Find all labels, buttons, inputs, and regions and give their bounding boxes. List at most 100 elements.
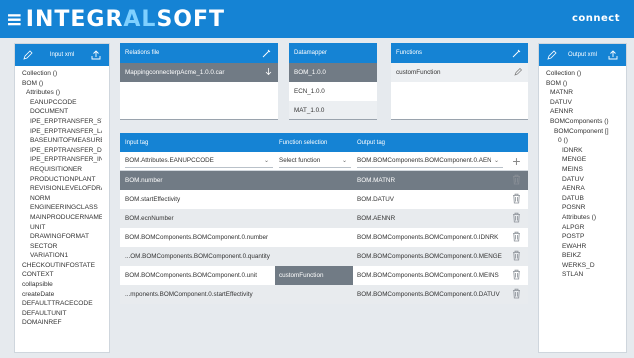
tree-node[interactable]: CHECKOUTINFOSTATE xyxy=(22,261,102,271)
tree-node[interactable]: BOM () xyxy=(22,79,102,89)
tree-node[interactable]: EWAHR xyxy=(546,242,619,252)
function-select-value: Select function xyxy=(279,157,321,164)
datamapper-item[interactable]: ECN_1.0.0 xyxy=(289,82,377,101)
output-tag-select[interactable]: BOM.BOMComponents.BOMComponent.0.AENRA ⌄ xyxy=(357,154,503,168)
tree-node[interactable]: BOMComponents () xyxy=(546,117,619,127)
tree-node[interactable]: Collection () xyxy=(546,69,619,79)
datamapper-item[interactable]: MAT_1.0.0 xyxy=(289,101,377,120)
input-tag-select[interactable]: BOM.Attributes.EANUPCCODE ⌄ xyxy=(125,154,273,168)
function-item[interactable]: customFunction xyxy=(391,63,528,82)
mapping-input-tag: ...OM.BOMComponents.BOMComponent.0.quant… xyxy=(125,253,270,260)
mapping-row[interactable]: ...OM.BOMComponents.BOMComponent.0.quant… xyxy=(120,247,528,266)
tree-node[interactable]: ENGINEERINGCLASS xyxy=(22,203,102,213)
tools-icon[interactable] xyxy=(511,47,523,59)
mapping-row[interactable]: BOM.startEffectivity BOM.DATUV xyxy=(120,190,528,209)
trash-icon[interactable] xyxy=(512,231,521,244)
datamapper-item[interactable]: BOM_1.0.0 xyxy=(289,63,377,82)
tree-node[interactable]: EANUPCCODE xyxy=(22,98,102,108)
input-xml-header: Input xml xyxy=(15,44,109,66)
mapping-input-tag: ...mponents.BOMComponent.0.startEffectiv… xyxy=(125,291,253,298)
tree-node[interactable]: collapsible xyxy=(22,280,102,290)
tree-node[interactable]: MEINS xyxy=(546,165,619,175)
trash-icon[interactable] xyxy=(512,269,521,282)
tree-node[interactable]: DEFAULTUNIT xyxy=(22,309,102,319)
tree-node[interactable]: DOMAINREF xyxy=(22,318,102,328)
upload-icon[interactable] xyxy=(607,49,619,61)
tree-node[interactable]: DOCUMENT xyxy=(22,107,102,117)
tree-node[interactable]: VARIATION1 xyxy=(22,251,102,261)
brand-text-1: INTEGR xyxy=(25,6,124,32)
tree-node[interactable]: REVISIONLEVELOFDRA xyxy=(22,184,102,194)
tree-node[interactable]: IPE_ERPTRANSFER_ST xyxy=(22,117,102,127)
tree-node[interactable]: BASEUNITOFMEASURE xyxy=(22,136,102,146)
relations-file-title: Relations file xyxy=(125,50,160,56)
tree-node[interactable]: Collection () xyxy=(22,69,102,79)
add-mapping-icon[interactable]: + xyxy=(512,154,520,168)
tree-node[interactable]: DEFAULTTRACECODE xyxy=(22,299,102,309)
trash-icon[interactable] xyxy=(512,250,521,263)
edit-icon[interactable] xyxy=(514,67,523,78)
tree-node[interactable]: Attributes () xyxy=(22,88,102,98)
tree-node[interactable]: REQUISITIONER xyxy=(22,165,102,175)
tree-node[interactable]: BEIKZ xyxy=(546,251,619,261)
tree-node[interactable]: IPE_ERPTRANSFER_INI xyxy=(22,155,102,165)
mapping-function xyxy=(275,190,353,209)
output-xml-tree: Collection () BOM () MATNR DATUV AENNR BOMCom… xyxy=(539,66,626,283)
tools-icon[interactable] xyxy=(261,47,273,59)
tree-node[interactable]: DATUV xyxy=(546,98,619,108)
tree-node[interactable]: PRODUCTIONPLANT xyxy=(22,175,102,185)
pencil-icon[interactable] xyxy=(546,49,558,61)
trash-icon[interactable] xyxy=(512,193,521,206)
trash-icon[interactable] xyxy=(512,288,521,301)
tree-node[interactable]: MAINPRODUCERNAME xyxy=(22,213,102,223)
pencil-icon[interactable] xyxy=(22,49,34,61)
tree-node[interactable]: WERKS_D xyxy=(546,261,619,271)
function-select[interactable]: Select function ⌄ xyxy=(279,154,351,168)
mapping-function xyxy=(275,171,353,190)
tree-node[interactable]: MATNR xyxy=(546,88,619,98)
tree-node[interactable]: IPE_ERPTRANSFER_DA xyxy=(22,146,102,156)
tree-node[interactable]: CONTEXT xyxy=(22,270,102,280)
tree-node[interactable]: ALPGR xyxy=(546,223,619,233)
tree-node[interactable]: createDate xyxy=(22,290,102,300)
mapping-output-tag: BOM.MATNR xyxy=(357,177,396,184)
mapping-output-tag: BOM.AENNR xyxy=(357,215,396,222)
tree-node[interactable]: IDNRK xyxy=(546,146,619,156)
input-tag-header: Input tag xyxy=(125,139,149,146)
upload-icon[interactable] xyxy=(90,49,102,61)
functions-box: Functions customFunction xyxy=(391,43,528,120)
mapping-row[interactable]: BOM.ecnNumber BOM.AENNR xyxy=(120,209,528,228)
mapping-row[interactable]: BOM.BOMComponents.BOMComponent.0.number B… xyxy=(120,228,528,247)
hamburger-icon[interactable]: ≡ xyxy=(6,7,24,31)
mapping-output-tag: BOM.BOMComponents.BOMComponent.0.MENGE xyxy=(357,253,502,260)
tree-node[interactable]: MENGE xyxy=(546,155,619,165)
tree-node[interactable]: IPE_ERPTRANSFER_LA xyxy=(22,127,102,137)
tree-node[interactable]: DATUB xyxy=(546,194,619,204)
mapping-row[interactable]: BOM.BOMComponents.BOMComponent.0.unit cus… xyxy=(120,266,528,285)
mapping-row[interactable]: ...mponents.BOMComponent.0.startEffectiv… xyxy=(120,285,528,304)
tree-node[interactable]: BOM () xyxy=(546,79,619,89)
tree-node[interactable]: AENNR xyxy=(546,107,619,117)
mapping-output-tag: BOM.BOMComponents.BOMComponent.0.MEINS xyxy=(357,272,499,279)
tree-node[interactable]: POSTP xyxy=(546,232,619,242)
mapping-row[interactable]: BOM.number BOM.MATNR xyxy=(120,171,528,190)
tree-node[interactable]: UNIT xyxy=(22,223,102,233)
download-icon[interactable] xyxy=(264,67,273,78)
tree-node[interactable]: SECTOR xyxy=(22,242,102,252)
tree-node[interactable]: 0 () xyxy=(546,136,619,146)
input-xml-panel: Input xml Collection () BOM () Attributes … xyxy=(14,43,110,353)
chevron-down-icon: ⌄ xyxy=(341,158,347,164)
functions-title: Functions xyxy=(396,50,423,56)
relations-file-row[interactable]: MappingconnecterpAcme_1.0.0.car xyxy=(120,63,278,82)
tree-node[interactable]: AENRA xyxy=(546,184,619,194)
tree-node[interactable]: Attributes () xyxy=(546,213,619,223)
tree-node[interactable]: POSNR xyxy=(546,203,619,213)
tree-node[interactable]: NORM xyxy=(22,194,102,204)
connect-label: connect xyxy=(571,13,620,24)
tree-node[interactable]: DRAWINGFORMAT xyxy=(22,232,102,242)
trash-icon[interactable] xyxy=(512,212,521,225)
tree-node[interactable]: DATUV xyxy=(546,175,619,185)
tree-node[interactable]: BOMComponent [] xyxy=(546,127,619,137)
tree-node[interactable]: STLAN xyxy=(546,270,619,280)
trash-icon[interactable] xyxy=(512,174,521,187)
